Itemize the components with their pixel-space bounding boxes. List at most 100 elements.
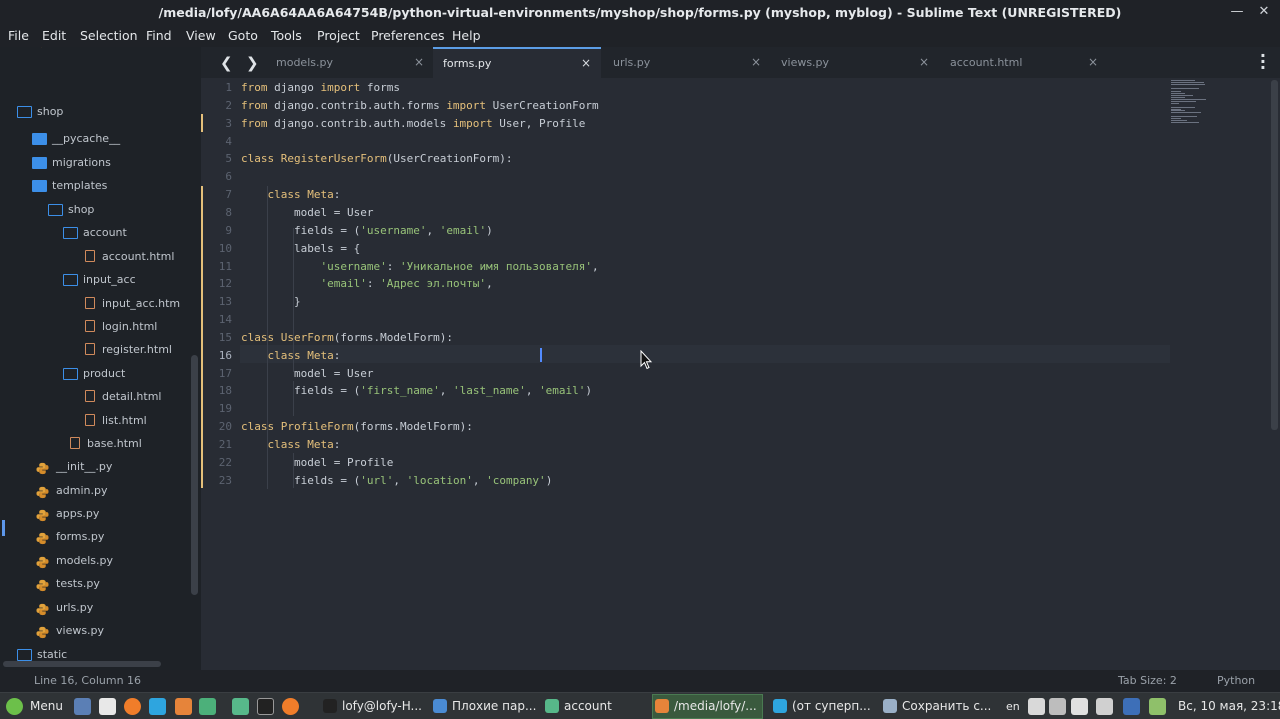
terminal-icon[interactable]	[257, 698, 274, 715]
network-icon[interactable]	[1049, 698, 1066, 715]
sublime-icon[interactable]	[175, 698, 192, 715]
files-icon[interactable]	[199, 698, 216, 715]
tab-models-py[interactable]: models.py ×	[266, 47, 434, 78]
clock[interactable]: Вс, 10 мая, 23:18	[1178, 697, 1280, 716]
tab-menu-icon[interactable]: · · ·	[1260, 48, 1266, 76]
code-line[interactable]: 15 class UserForm(forms.ModelForm):	[201, 329, 1161, 347]
code-line[interactable]: 16 class Meta:	[201, 347, 1161, 365]
code-line[interactable]: 20 class ProfileForm(forms.ModelForm):	[201, 418, 1161, 436]
taskbar-window-button[interactable]: lofy@lofy-H...	[342, 697, 422, 716]
sidebar-item[interactable]: templates	[32, 174, 200, 197]
chrome-icon[interactable]	[433, 699, 447, 713]
sidebar-item[interactable]: models.py	[36, 549, 200, 572]
folder-icon[interactable]	[545, 699, 559, 713]
menu-item-view[interactable]: View	[186, 28, 216, 43]
sidebar-item[interactable]: shop	[48, 198, 200, 221]
sidebar-item[interactable]: apps.py	[36, 502, 200, 525]
text-editor-icon[interactable]	[99, 698, 116, 715]
code-line[interactable]: 21 class Meta:	[201, 436, 1161, 454]
sidebar-item[interactable]: tests.py	[36, 572, 200, 595]
sidebar-item[interactable]: input_acc.htm	[82, 292, 200, 315]
update-shield-icon[interactable]	[1149, 698, 1166, 715]
terminal-icon[interactable]	[323, 699, 337, 713]
sidebar-item[interactable]: migrations	[32, 151, 200, 174]
close-tab-icon[interactable]: ×	[751, 55, 761, 69]
sidebar-item[interactable]: product	[63, 362, 200, 385]
sidebar-item[interactable]: views.py	[36, 619, 200, 642]
sidebar-item[interactable]: views.py	[35, 47, 200, 51]
code-line[interactable]: 13 }	[201, 293, 1161, 311]
menu-item-find[interactable]: Find	[146, 28, 172, 43]
code-line[interactable]: 8 model = User	[201, 204, 1161, 222]
tab-views-py[interactable]: views.py ×	[771, 47, 939, 78]
sidebar-item[interactable]: __init__.py	[36, 455, 200, 478]
start-menu-label[interactable]: Menu	[30, 697, 63, 716]
sidebar-vertical-scrollbar[interactable]	[191, 355, 198, 595]
menu-item-tools[interactable]: Tools	[271, 28, 302, 43]
firefox-icon[interactable]	[282, 698, 299, 715]
tab-urls-py[interactable]: urls.py ×	[603, 47, 771, 78]
mint-menu-icon[interactable]	[6, 698, 23, 715]
sidebar-item[interactable]: list.html	[82, 409, 200, 432]
sidebar-item[interactable]: forms.py	[36, 525, 200, 548]
keyboard-layout[interactable]: en	[1006, 697, 1020, 716]
sidebar-item[interactable]: input_acc	[63, 268, 200, 291]
close-window-icon[interactable]: ✕	[1255, 3, 1273, 21]
code-line[interactable]: 22 model = Profile	[201, 454, 1161, 472]
camera-icon[interactable]	[883, 699, 897, 713]
volume-icon[interactable]	[1071, 698, 1088, 715]
syntax-indicator[interactable]: Python	[1217, 674, 1255, 687]
code-line[interactable]: 9 fields = ('username', 'email')	[201, 222, 1161, 240]
close-tab-icon[interactable]: ×	[919, 55, 929, 69]
code-line[interactable]: 11 'username': 'Уникальное имя пользоват…	[201, 258, 1161, 276]
tab-size-indicator[interactable]: Tab Size: 2	[1118, 674, 1177, 687]
telegram-icon[interactable]	[773, 699, 787, 713]
code-line[interactable]: 19	[201, 400, 1161, 418]
code-line[interactable]: 5 class RegisterUserForm(UserCreationForm…	[201, 150, 1161, 168]
code-line[interactable]: 10 labels = {	[201, 240, 1161, 258]
taskbar-window-button[interactable]: account	[564, 697, 612, 716]
sidebar-item[interactable]: urls.py	[36, 596, 200, 619]
sidebar-item[interactable]: account.html	[82, 245, 200, 268]
sidebar-horizontal-scrollbar[interactable]	[3, 661, 161, 667]
menu-item-help[interactable]: Help	[452, 28, 481, 43]
code-line[interactable]: 7 class Meta:	[201, 186, 1161, 204]
folder-icon[interactable]	[232, 698, 249, 715]
code-line[interactable]: 12 'email': 'Адрес эл.почты',	[201, 275, 1161, 293]
telegram-icon[interactable]	[149, 698, 166, 715]
sidebar-item[interactable]: base.html	[67, 432, 200, 455]
taskbar-window-button[interactable]: Сохранить с...	[902, 697, 991, 716]
tab-forms-py[interactable]: forms.py ×	[433, 47, 601, 78]
menu-item-edit[interactable]: Edit	[42, 28, 66, 43]
sidebar-item[interactable]: shop	[17, 100, 200, 123]
menu-item-file[interactable]: File	[8, 28, 29, 43]
code-line[interactable]: 2 from django.contrib.auth.forms import U…	[201, 97, 1161, 115]
tab-back-arrow-icon[interactable]: ❮	[220, 54, 233, 72]
printer-icon[interactable]	[1028, 698, 1045, 715]
taskbar-window-button[interactable]: (от суперп...	[792, 697, 871, 716]
menu-item-preferences[interactable]: Preferences	[371, 28, 445, 43]
minimize-icon[interactable]: —	[1228, 3, 1246, 21]
code-line[interactable]: 23 fields = ('url', 'location', 'company…	[201, 472, 1161, 490]
code-line[interactable]: 18 fields = ('first_name', 'last_name', …	[201, 382, 1161, 400]
code-line[interactable]: 4	[201, 133, 1161, 151]
menu-item-goto[interactable]: Goto	[228, 28, 258, 43]
tab-account-html[interactable]: account.html ×	[940, 47, 1108, 78]
code-line[interactable]: 1 from django import forms	[201, 79, 1161, 97]
desktop-icon[interactable]	[74, 698, 91, 715]
editor-vertical-scrollbar[interactable]	[1271, 80, 1278, 430]
battery-icon[interactable]	[1096, 698, 1113, 715]
minimap[interactable]	[1169, 80, 1214, 125]
sublime-icon[interactable]	[655, 699, 669, 713]
close-tab-icon[interactable]: ×	[414, 55, 424, 69]
taskbar-window-button[interactable]: /media/lofy/...	[674, 697, 757, 716]
sidebar-item[interactable]: register.html	[82, 338, 200, 361]
sidebar-item[interactable]: detail.html	[82, 385, 200, 408]
code-line[interactable]: 6	[201, 168, 1161, 186]
sidebar-item[interactable]: login.html	[82, 315, 200, 338]
sidebar-item[interactable]: account	[63, 221, 200, 244]
firefox-icon[interactable]	[124, 698, 141, 715]
close-tab-icon[interactable]: ×	[581, 56, 591, 70]
code-line[interactable]: 3 from django.contrib.auth.models import …	[201, 115, 1161, 133]
code-line[interactable]: 17 model = User	[201, 365, 1161, 383]
